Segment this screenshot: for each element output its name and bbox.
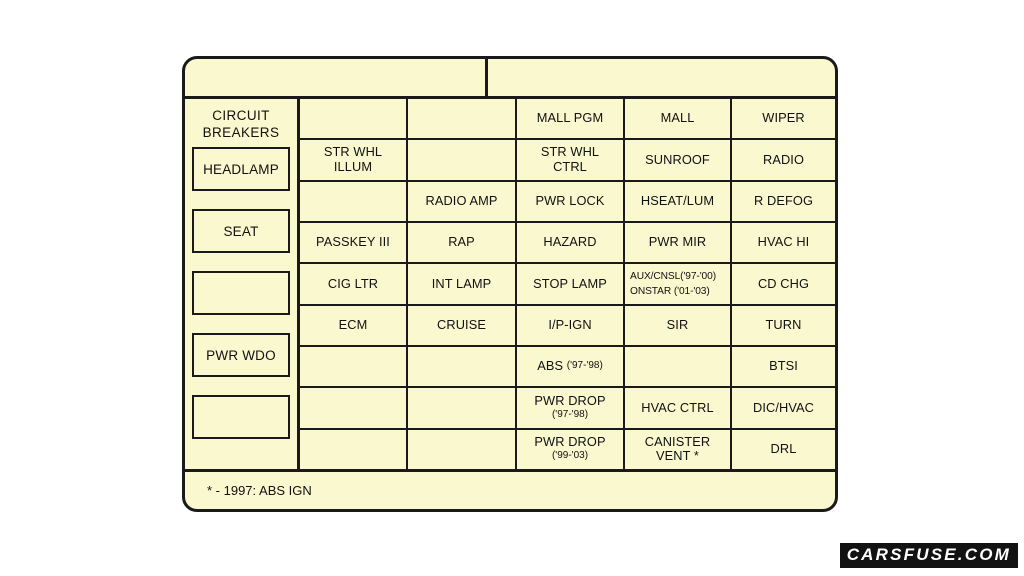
fuse-cell-radio[interactable]: RADIO bbox=[732, 140, 835, 179]
aux-cnsl-line: AUX/CNSL('97-'00) bbox=[630, 270, 716, 282]
fuse-row-3: RADIO AMP PWR LOCK HSEAT/LUM R DEFOG bbox=[300, 181, 835, 223]
abs-label: ABS bbox=[537, 358, 564, 374]
fuse-cell-str-whl-illum[interactable]: STR WHL ILLUM bbox=[300, 140, 408, 180]
fuse-cell-sunroof[interactable]: SUNROOF bbox=[625, 140, 732, 180]
fuse-cell-turn[interactable]: TURN bbox=[732, 306, 835, 345]
fuse-cell-r8c2[interactable] bbox=[408, 388, 517, 428]
abs-years: ('97-'98) bbox=[566, 360, 603, 372]
fuse-cell-abs[interactable]: ABS ('97-'98) bbox=[517, 346, 625, 387]
fuse-row-6: ECM CRUISE I/P-IGN SIR TURN bbox=[300, 305, 835, 347]
fuse-cell-ecm[interactable]: ECM bbox=[300, 305, 408, 345]
breaker-box-pwr-wdo[interactable]: PWR WDO bbox=[192, 333, 290, 377]
fuse-cell-wiper[interactable]: WIPER bbox=[732, 99, 835, 138]
fuse-cell-dic-hvac[interactable]: DIC/HVAC bbox=[732, 388, 835, 427]
diagram-header-strip bbox=[185, 59, 835, 99]
fuse-cell-r7c1[interactable] bbox=[300, 346, 408, 387]
breaker-box-empty-2[interactable] bbox=[192, 395, 290, 439]
fuse-row-9: PWR DROP ('99-'03) CANISTER VENT * DRL bbox=[300, 429, 835, 469]
breaker-box-headlamp[interactable]: HEADLAMP bbox=[192, 147, 290, 191]
fuse-cell-pwr-drop-97-98[interactable]: PWR DROP ('97-'98) bbox=[517, 388, 625, 428]
header-cell-right bbox=[488, 59, 835, 96]
fuse-cell-r7c4[interactable] bbox=[625, 346, 732, 387]
footnote: * - 1997: ABS IGN bbox=[207, 483, 312, 498]
fuse-cell-sir[interactable]: SIR bbox=[625, 305, 732, 345]
pwr-drop-label: PWR DROP bbox=[534, 392, 606, 408]
fuse-cell-drl[interactable]: DRL bbox=[732, 430, 835, 469]
fuse-cell-pwr-lock[interactable]: PWR LOCK bbox=[517, 181, 625, 221]
fuse-cell-cig-ltr[interactable]: CIG LTR bbox=[300, 264, 408, 304]
fuse-cell-passkey-iii[interactable]: PASSKEY III bbox=[300, 222, 408, 263]
fuse-row-7: ABS ('97-'98) BTSI bbox=[300, 346, 835, 389]
fuse-box-diagram: CIRCUIT BREAKERS HEADLAMP SEAT PWR WDO M… bbox=[182, 56, 838, 512]
fuse-matrix: MALL PGM MALL WIPER STR WHL ILLUM STR WH… bbox=[300, 99, 835, 469]
header-cell-left bbox=[185, 59, 488, 96]
fuse-cell-r1c1[interactable] bbox=[300, 99, 408, 139]
fuse-cell-mall[interactable]: MALL bbox=[625, 99, 732, 139]
aux-cnsl-onstar-text: AUX/CNSL('97-'00) ONSTAR ('01-'03) bbox=[627, 269, 728, 299]
breaker-box-seat[interactable]: SEAT bbox=[192, 209, 290, 253]
diagram-grid-area: CIRCUIT BREAKERS HEADLAMP SEAT PWR WDO M… bbox=[185, 99, 835, 472]
fuse-cell-int-lamp[interactable]: INT LAMP bbox=[408, 264, 517, 304]
fuse-cell-r9c1[interactable] bbox=[300, 429, 408, 469]
fuse-cell-r8c1[interactable] bbox=[300, 388, 408, 428]
fuse-cell-rap[interactable]: RAP bbox=[408, 222, 517, 263]
fuse-cell-r2c2[interactable] bbox=[408, 140, 517, 180]
breaker-box-empty-1[interactable] bbox=[192, 271, 290, 315]
fuse-cell-r-defog[interactable]: R DEFOG bbox=[732, 182, 835, 221]
fuse-row-1: MALL PGM MALL WIPER bbox=[300, 99, 835, 141]
onstar-line: ONSTAR ('01-'03) bbox=[630, 285, 710, 297]
fuse-cell-hvac-ctrl[interactable]: HVAC CTRL bbox=[625, 388, 732, 428]
fuse-cell-hseat-lum[interactable]: HSEAT/LUM bbox=[625, 181, 732, 221]
fuse-row-8: PWR DROP ('97-'98) HVAC CTRL DIC/HVAC bbox=[300, 388, 835, 430]
pwr-drop-label: PWR DROP bbox=[534, 434, 606, 450]
fuse-cell-cruise[interactable]: CRUISE bbox=[408, 305, 517, 345]
fuse-cell-aux-cnsl-onstar[interactable]: AUX/CNSL('97-'00) ONSTAR ('01-'03) bbox=[625, 264, 732, 304]
pwr-drop-years: ('97-'98) bbox=[551, 408, 589, 420]
circuit-breaker-column: CIRCUIT BREAKERS HEADLAMP SEAT PWR WDO bbox=[185, 99, 300, 469]
fuse-cell-cd-chg[interactable]: CD CHG bbox=[732, 264, 835, 303]
fuse-cell-r9c2[interactable] bbox=[408, 429, 517, 469]
fuse-cell-str-whl-ctrl[interactable]: STR WHL CTRL bbox=[517, 140, 625, 180]
fuse-cell-stop-lamp[interactable]: STOP LAMP bbox=[517, 264, 625, 304]
fuse-cell-ip-ign[interactable]: I/P-IGN bbox=[517, 305, 625, 345]
fuse-cell-r3c1[interactable] bbox=[300, 181, 408, 221]
pwr-drop-years: ('99-'03) bbox=[551, 450, 589, 462]
pwr-drop-97-98-text: PWR DROP ('97-'98) bbox=[534, 392, 606, 422]
fuse-cell-radio-amp[interactable]: RADIO AMP bbox=[408, 181, 517, 221]
fuse-cell-hvac-hi[interactable]: HVAC HI bbox=[732, 223, 835, 262]
fuse-row-5: CIG LTR INT LAMP STOP LAMP AUX/CNSL('97-… bbox=[300, 264, 835, 306]
fuse-row-2: STR WHL ILLUM STR WHL CTRL SUNROOF RADIO bbox=[300, 140, 835, 182]
fuse-cell-r7c2[interactable] bbox=[408, 346, 517, 387]
fuse-cell-canister-vent[interactable]: CANISTER VENT * bbox=[625, 429, 732, 469]
fuse-cell-btsi[interactable]: BTSI bbox=[732, 347, 835, 386]
circuit-breakers-title: CIRCUIT BREAKERS bbox=[202, 108, 280, 140]
fuse-cell-pwr-drop-99-03[interactable]: PWR DROP ('99-'03) bbox=[517, 429, 625, 469]
fuse-cell-mall-pgm[interactable]: MALL PGM bbox=[517, 99, 625, 139]
pwr-drop-99-03-text: PWR DROP ('99-'03) bbox=[534, 435, 605, 463]
carsfuse-watermark: CARSFUSE.COM bbox=[839, 543, 1018, 568]
fuse-cell-r1c2[interactable] bbox=[408, 99, 517, 139]
fuse-cell-hazard[interactable]: HAZARD bbox=[517, 222, 625, 263]
fuse-cell-pwr-mir[interactable]: PWR MIR bbox=[625, 222, 732, 263]
fuse-row-4: PASSKEY III RAP HAZARD PWR MIR HVAC HI bbox=[300, 222, 835, 265]
